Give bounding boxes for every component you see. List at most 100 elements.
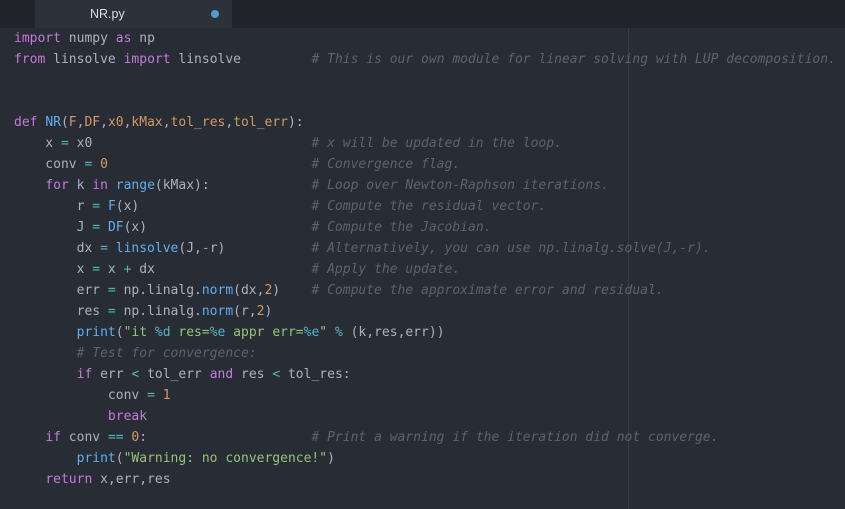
code-token: linsolve [115,241,179,256]
code-line[interactable]: print("it %d res=%e appr err=%e" % (k,re… [14,322,845,343]
code-line[interactable]: print("Warning: no convergence!") [14,448,845,469]
code-line[interactable]: if err < tol_err and res < tol_res: [14,364,845,385]
code-token: r [14,199,93,214]
code-token: - [201,241,210,256]
code-line[interactable]: def NR(F,DF,x0,kMax,tol_res,tol_err): [14,112,845,133]
code-line[interactable]: conv = 1 [14,385,845,406]
modified-dot-icon[interactable] [211,10,219,18]
code-token: ) [264,304,273,319]
code-line[interactable]: return x,err,res [14,469,845,490]
code-token: def [14,115,38,130]
code-token: , [162,115,171,130]
code-line[interactable]: J = DF(x) # Compute the Jacobian. [14,217,845,238]
code-token: J [14,220,93,235]
code-token: = [92,199,101,214]
code-token: = [100,241,108,256]
code-line[interactable] [14,70,845,91]
code-line[interactable]: for k in range(kMax): # Loop over Newton… [14,175,845,196]
code-line[interactable]: dx = linsolve(J,-r) # Alternatively, you… [14,238,845,259]
code-token: import [14,31,61,46]
code-token: res [14,304,108,319]
code-token: , [225,115,234,130]
code-token: x0 [68,136,93,151]
code-token: ( [115,451,124,466]
code-token: np [131,31,155,46]
code-token: %d [154,325,171,340]
code-line[interactable]: import numpy as np [14,28,845,49]
code-token: print [76,325,116,340]
code-token: linsolve [45,52,124,67]
code-token: conv [14,388,148,403]
code-line[interactable]: break [14,406,845,427]
code-token: # Compute the Jacobian. [311,220,492,235]
code-line[interactable]: err = np.linalg.norm(dx,2) # Compute the… [14,280,845,301]
code-token: as [115,31,132,46]
code-token: "it [123,325,155,340]
code-line[interactable]: x = x0 # x will be updated in the loop. [14,133,845,154]
code-token: ) [272,283,281,298]
code-token: DF [84,115,101,130]
code-token: (r, [233,304,257,319]
code-token: x [14,136,61,151]
code-token: : [139,430,148,445]
code-token: tol_err [233,115,288,130]
code-line[interactable] [14,91,845,112]
code-area: import numpy as np from linsolve import l… [0,28,845,490]
code-token: tol_err [139,367,210,382]
code-token: 1 [162,388,171,403]
code-token: tol_res [170,115,226,130]
code-line[interactable]: if conv == 0: # Print a warning if the i… [14,427,845,448]
code-token: = [107,304,116,319]
code-token: "Warning: no convergence!" [123,451,328,466]
code-token: (k,res,err)) [342,325,445,340]
code-editor[interactable]: import numpy as np from linsolve import l… [0,28,845,509]
code-token: from [14,52,46,67]
code-token: , [100,115,108,130]
editor-window: NR.py import numpy as np from linsolve im… [0,0,845,509]
code-token: # x will be updated in the loop. [311,136,562,151]
code-token: import [123,52,171,67]
code-token: x [14,262,93,277]
code-token: if [76,367,93,382]
code-token: k [68,178,93,193]
code-line[interactable]: from linsolve import linsolve # This is … [14,49,845,70]
code-token: x [100,262,124,277]
code-line[interactable]: x = x + dx # Apply the update. [14,259,845,280]
code-token: %e [303,325,320,340]
code-token: print [76,451,116,466]
code-line[interactable]: # Test for convergence: [14,343,845,364]
code-line[interactable]: conv = 0 # Convergence flag. [14,154,845,175]
code-token: (x) [115,199,140,214]
code-token: conv [14,157,85,172]
code-token: norm [201,283,234,298]
code-line[interactable]: r = F(x) # Compute the residual vector. [14,196,845,217]
code-token: ): [287,115,304,130]
code-token: and [209,367,234,382]
tab-nr-py[interactable]: NR.py [35,0,232,28]
code-line[interactable]: res = np.linalg.norm(r,2) [14,301,845,322]
code-token: < [272,367,281,382]
code-token: in [92,178,108,193]
code-token: # Apply the update. [311,262,461,277]
code-token: # Compute the approximate error and resi… [311,283,664,298]
code-token: = [60,136,69,151]
tab-bar: NR.py [0,0,845,28]
code-token: 0 [100,157,108,172]
